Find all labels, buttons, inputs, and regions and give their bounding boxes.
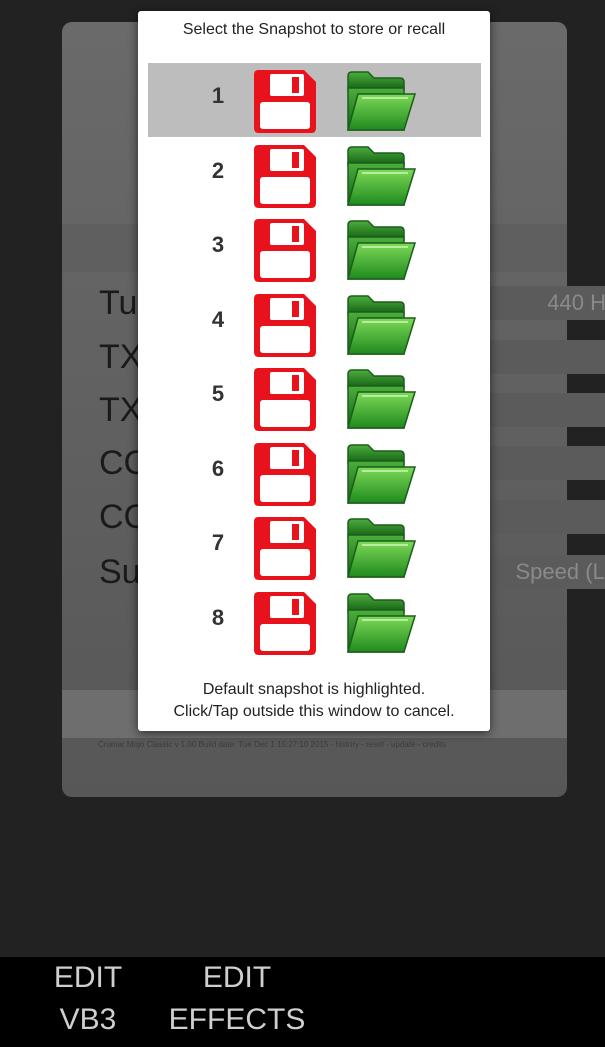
snapshot-number: 1 xyxy=(211,83,225,108)
floppy-disk-icon[interactable] xyxy=(250,215,320,285)
floppy-disk-icon[interactable] xyxy=(250,513,320,583)
dialog-footer: Default snapshot is highlighted. Click/T… xyxy=(138,679,490,723)
bottom-nav: EDIT VB3 EDIT EFFECTS xyxy=(0,957,605,1047)
snapshot-number: 7 xyxy=(211,530,225,555)
snapshot-number: 5 xyxy=(211,381,225,406)
floppy-disk-icon[interactable] xyxy=(250,66,320,136)
button-line-1: EDIT xyxy=(53,961,123,994)
snapshot-number: 4 xyxy=(211,306,225,332)
snapshot-row-7[interactable]: 7 xyxy=(148,510,481,584)
snapshot-number: 6 xyxy=(211,455,225,481)
floppy-disk-icon[interactable] xyxy=(250,290,320,360)
folder-open-icon[interactable] xyxy=(344,588,418,658)
floppy-disk-icon[interactable] xyxy=(250,141,320,211)
footer-line-2: Click/Tap outside this window to cancel. xyxy=(173,703,455,720)
folder-open-icon[interactable] xyxy=(344,141,418,211)
dialog-title: Select the Snapshot to store or recall xyxy=(182,21,446,38)
folder-open-icon[interactable] xyxy=(344,66,418,136)
snapshot-number: 3 xyxy=(211,232,225,257)
snapshot-dialog: Select the Snapshot to store or recall 1… xyxy=(138,11,490,731)
button-line-1: EDIT xyxy=(202,961,272,994)
folder-open-icon[interactable] xyxy=(344,513,418,583)
snapshot-row-5[interactable]: 5 xyxy=(148,361,481,435)
snapshot-row-1[interactable]: 1 xyxy=(148,63,481,137)
edit-effects-button[interactable]: EDIT EFFECTS xyxy=(164,957,310,1047)
snapshot-number: 8 xyxy=(211,604,225,630)
snapshot-row-4[interactable]: 4 xyxy=(148,287,481,361)
snapshot-number: 2 xyxy=(211,157,225,183)
snapshot-row-3[interactable]: 3 xyxy=(148,212,481,286)
snapshot-row-2[interactable]: 2 xyxy=(148,138,481,212)
edit-vb3-button[interactable]: EDIT VB3 xyxy=(48,957,128,1047)
folder-open-icon[interactable] xyxy=(344,215,418,285)
button-line-2: VB3 xyxy=(59,1003,117,1036)
floppy-disk-icon[interactable] xyxy=(250,588,320,658)
button-line-2: EFFECTS xyxy=(168,1003,306,1036)
footer-line-1: Default snapshot is highlighted. xyxy=(202,681,426,698)
snapshot-row-6[interactable]: 6 xyxy=(148,436,481,510)
folder-open-icon[interactable] xyxy=(344,439,418,509)
folder-open-icon[interactable] xyxy=(344,290,418,360)
floppy-disk-icon[interactable] xyxy=(250,439,320,509)
snapshot-row-8[interactable]: 8 xyxy=(148,585,481,659)
floppy-disk-icon[interactable] xyxy=(250,364,320,434)
build-info: Crumar Mojo Classic v 1.00 Build date: T… xyxy=(98,740,447,749)
folder-open-icon[interactable] xyxy=(344,364,418,434)
